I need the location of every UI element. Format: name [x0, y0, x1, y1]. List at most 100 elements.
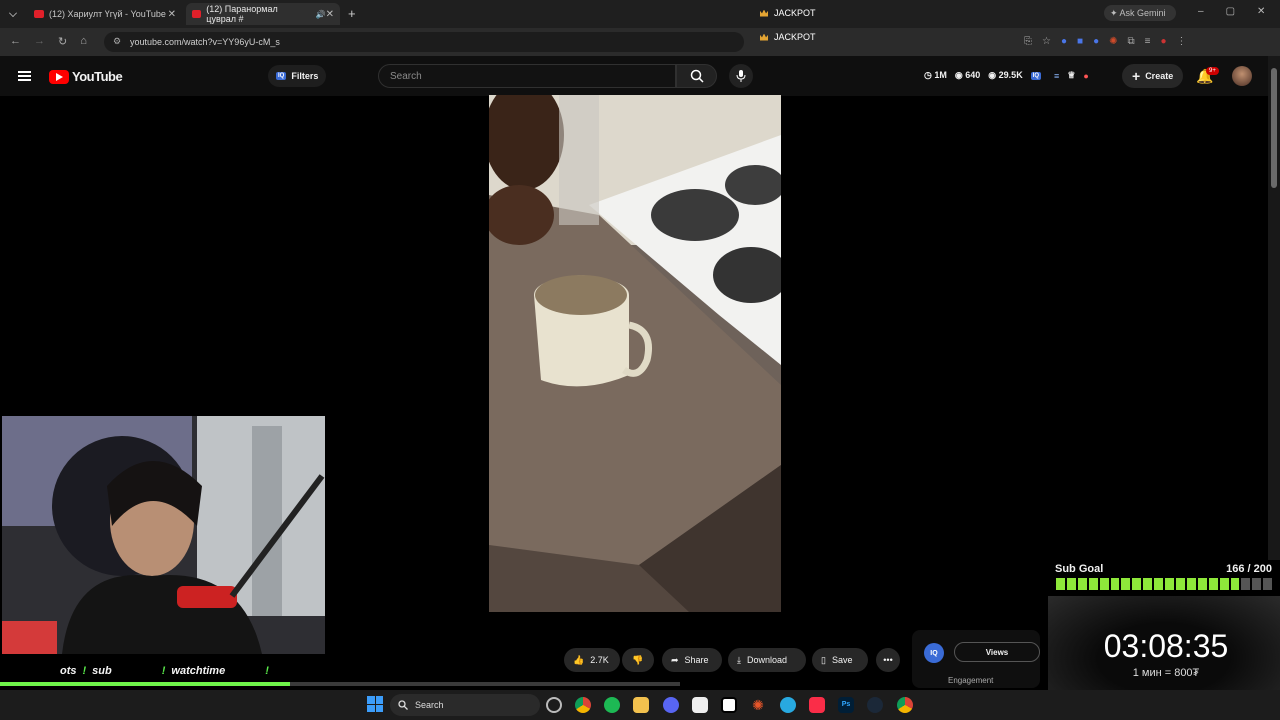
extension-icon[interactable]: ●	[1093, 36, 1099, 47]
sub-goal-segment	[1121, 578, 1131, 590]
site-info-icon[interactable]: ⚙	[113, 36, 121, 47]
streamer-webcam	[2, 416, 325, 654]
video-progress-bar[interactable]	[0, 682, 680, 686]
dislike-button[interactable]: 👎	[622, 648, 654, 672]
iq-views-tab[interactable]: Views	[954, 642, 1040, 662]
download-label: Download	[746, 655, 788, 665]
iq-logo-icon: IQ	[924, 643, 944, 663]
taskbar-search[interactable]: Search	[390, 694, 540, 716]
kebab-menu-icon[interactable]: ⋮	[1177, 36, 1187, 47]
star-bookmark-icon[interactable]: ☆	[1042, 36, 1051, 47]
list-icon[interactable]: ≡	[1054, 71, 1059, 81]
search-button[interactable]	[676, 64, 717, 88]
music-app-icon[interactable]	[809, 697, 825, 713]
hamburger-menu-icon[interactable]	[18, 71, 31, 81]
youtube-favicon-icon	[192, 10, 202, 18]
back-icon[interactable]: ←	[10, 35, 21, 48]
more-actions-button[interactable]: •••	[876, 648, 900, 672]
bookmark-label: JACKPOT	[774, 8, 816, 18]
iq-badge[interactable]: IQ	[1030, 71, 1042, 80]
sub-goal-segment	[1219, 578, 1229, 590]
taskview-icon[interactable]	[546, 697, 562, 713]
sub-goal-segment	[1066, 578, 1076, 590]
sub-goal-segment	[1197, 578, 1207, 590]
bookmark-icon: ▯	[821, 654, 826, 665]
restore-icon[interactable]: ▢	[1226, 6, 1235, 17]
notion-icon[interactable]	[721, 697, 737, 713]
address-bar[interactable]: ⚙ youtube.com/watch?v=YY96yU-cM_s	[104, 32, 744, 52]
video-frame-image	[489, 95, 781, 612]
media-queue-icon[interactable]: ≡	[1145, 36, 1151, 47]
alert-icon[interactable]: ●	[1083, 71, 1088, 81]
trophy-icon[interactable]: ♕	[1067, 70, 1075, 81]
ticker-item: watchtime	[171, 665, 226, 677]
sparkle-icon: ✦	[1110, 8, 1120, 18]
voice-search-button[interactable]	[729, 64, 753, 88]
file-explorer-icon[interactable]	[633, 697, 649, 713]
cortana-icon[interactable]	[780, 697, 796, 713]
timer-rate: 1 мин = 800₮	[1132, 667, 1200, 679]
bookmark-label: JACKPOT	[774, 32, 816, 42]
bookmark-jackpot-2[interactable]: JACKPOT	[760, 32, 816, 42]
subathon-timer: 03:08:35	[1103, 628, 1229, 664]
speaker-icon[interactable]: 🔊	[316, 10, 326, 19]
share-button[interactable]: ➦ Share	[662, 648, 722, 672]
bookmark-jackpot-1[interactable]: JACKPOT	[760, 8, 816, 18]
home-icon[interactable]: ⌂	[80, 35, 87, 48]
extension-icons: ⎘ ☆ ● ■ ● ✺ ⧉ ≡ ● ⋮	[1024, 36, 1187, 47]
sub-goal-segment	[1186, 578, 1196, 590]
ask-gemini-button[interactable]: ✦ Ask Gemini	[1104, 5, 1176, 21]
install-icon[interactable]: ⎘	[1024, 36, 1032, 47]
extension-icon[interactable]: ✺	[1109, 36, 1117, 47]
forward-icon[interactable]: →	[34, 35, 45, 48]
iq-engagement-label[interactable]: Engagement	[948, 676, 993, 685]
chrome-profile-icon[interactable]	[897, 697, 913, 713]
create-button[interactable]: + Create	[1122, 64, 1184, 88]
minimize-icon[interactable]: –	[1198, 6, 1204, 17]
extension-icon[interactable]: ●	[1061, 36, 1067, 47]
tab-close-icon[interactable]: ✕	[326, 9, 334, 20]
search-icon	[690, 69, 704, 83]
stat-likes: 640	[965, 70, 981, 80]
iq-badge: IQ	[276, 72, 287, 80]
capcut-icon[interactable]	[692, 697, 708, 713]
asterisk-app-icon[interactable]: ✺	[750, 697, 766, 713]
discord-icon[interactable]	[663, 697, 679, 713]
filters-button[interactable]: IQ Filters	[268, 65, 327, 87]
sub-goal-segment	[1143, 578, 1153, 590]
close-window-icon[interactable]: ✕	[1257, 6, 1265, 17]
sub-goal-label: Sub Goal	[1055, 563, 1104, 575]
crown-icon	[760, 9, 768, 17]
tab-close-icon[interactable]: ✕	[168, 9, 176, 20]
sub-goal-segment	[1208, 578, 1218, 590]
tab-khariult[interactable]: (12) Хариулт Үгүй - YouTube ✕	[28, 3, 182, 25]
windows-start-icon[interactable]	[367, 696, 383, 712]
crown-icon	[760, 33, 768, 41]
youtube-play-logo-icon	[49, 69, 69, 84]
avatar[interactable]	[1232, 66, 1252, 86]
scrollbar-thumb[interactable]	[1271, 68, 1277, 188]
like-button[interactable]: 👍 2.7K	[564, 648, 620, 672]
brand-name: YouTube	[72, 69, 123, 84]
chrome-icon[interactable]	[575, 697, 591, 713]
youtube-logo[interactable]: YouTube	[49, 69, 123, 84]
reload-icon[interactable]: ↻	[58, 35, 67, 48]
stat-views: 1M	[934, 70, 947, 80]
steam-icon[interactable]	[867, 697, 883, 713]
spotify-icon[interactable]	[604, 697, 620, 713]
search-icon	[398, 700, 408, 710]
exclamation-icon: !	[82, 665, 87, 677]
download-button[interactable]: ⤓ Download	[728, 648, 806, 672]
video-player[interactable]	[489, 95, 781, 612]
save-button[interactable]: ▯ Save	[812, 648, 868, 672]
sub-goal-segment	[1165, 578, 1174, 590]
photoshop-icon[interactable]: Ps	[838, 697, 854, 713]
new-tab-icon[interactable]: +	[348, 6, 356, 21]
puzzle-extensions-icon[interactable]: ⧉	[1128, 36, 1135, 47]
extension-icon[interactable]: ■	[1077, 36, 1083, 47]
like-count: 2.7K	[590, 655, 609, 665]
tab-paranormal[interactable]: (12) Паранормал цуврал # 🔊 ✕	[186, 3, 340, 25]
profile-icon[interactable]: ●	[1160, 36, 1166, 47]
stat-subs: 29.5K	[998, 70, 1023, 80]
search-input[interactable]: Search	[378, 64, 676, 88]
